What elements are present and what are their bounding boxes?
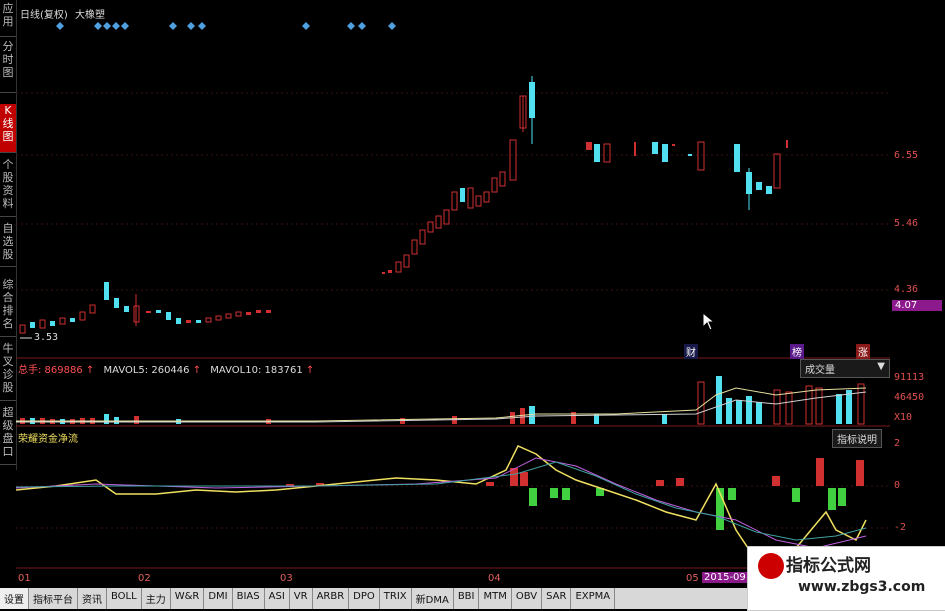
watermark-url: www.zbgs3.com: [798, 579, 926, 595]
tab-wr[interactable]: W&R: [171, 588, 205, 609]
tab-new-dma[interactable]: 新DMA: [412, 588, 454, 609]
current-price-tag: 4.07: [892, 300, 942, 311]
tab-expma[interactable]: EXPMA: [571, 588, 616, 609]
watermark-logo-icon: [758, 553, 784, 579]
tab-indicator-platform[interactable]: 指标平台: [29, 588, 78, 609]
volume-axis-label: 91113: [894, 372, 925, 383]
tab-dpo[interactable]: DPO: [349, 588, 380, 609]
signal-markers: [56, 22, 396, 30]
volume-axis-label: 46450: [894, 392, 925, 403]
tab-arbr[interactable]: ARBR: [313, 588, 350, 609]
indicator-selector-label: 成交量: [805, 365, 835, 376]
event-tag-limit-up[interactable]: 涨: [856, 344, 870, 359]
volume-ma10: MAVOL10: 183761: [210, 365, 303, 376]
price-axis-label: 6.55: [894, 150, 919, 161]
indicator-histogram: [16, 445, 867, 561]
sidebar: 应用 分时图 K线图 个股资料 自选股 综合排名 牛叉诊股 超级盘口: [0, 0, 17, 470]
indicator-axis-label: 2: [894, 438, 901, 449]
watermark-title: 指标公式网: [786, 556, 871, 576]
x-axis-label: 01: [18, 573, 31, 584]
indicator-name: 荣耀资金净流: [18, 434, 78, 445]
tab-vr[interactable]: VR: [290, 588, 313, 609]
tab-trix[interactable]: TRIX: [380, 588, 412, 609]
tab-dmi[interactable]: DMI: [204, 588, 233, 609]
event-tag-finance[interactable]: 财: [684, 344, 698, 359]
sidebar-item-kline[interactable]: K线图: [0, 104, 16, 153]
price-axis-label: 4.36: [894, 284, 919, 295]
x-axis-label: 03: [280, 573, 293, 584]
volume-legend: 总手: 869886 ↑ MAVOL5: 260446 ↑ MAVOL10: 1…: [18, 365, 315, 376]
volume-total: 总手: 869886: [18, 365, 83, 376]
tab-news[interactable]: 资讯: [78, 588, 107, 609]
tab-bias[interactable]: BIAS: [233, 588, 265, 609]
sidebar-item-watchlist[interactable]: 自选股: [0, 222, 16, 267]
tab-boll[interactable]: BOLL: [107, 588, 142, 609]
event-tag-list[interactable]: 榜: [790, 344, 804, 359]
sidebar-item-diagnosis[interactable]: 牛叉诊股: [0, 342, 16, 401]
sidebar-item-ranking[interactable]: 综合排名: [0, 278, 16, 337]
cursor-date: 2015-09: [702, 572, 748, 583]
indicator-selector[interactable]: 成交量 ▼: [800, 359, 890, 378]
tab-main-force[interactable]: 主力: [142, 588, 171, 609]
candles: [19, 76, 788, 334]
indicator-help-button[interactable]: 指标说明: [832, 429, 882, 448]
watermark: 指标公式网 www.zbgs3.com: [747, 546, 945, 611]
tab-obv[interactable]: OBV: [512, 588, 543, 609]
indicator-axis-label: -2: [894, 522, 907, 533]
tab-settings[interactable]: 设置: [0, 588, 29, 609]
x-axis-label: 04: [488, 573, 501, 584]
price-axis-label: 5.46: [894, 218, 919, 229]
x-axis-label: 05: [686, 573, 699, 584]
tab-mtm[interactable]: MTM: [479, 588, 512, 609]
x-axis-label: 02: [138, 573, 151, 584]
cursor-icon: [702, 312, 716, 331]
tab-sar[interactable]: SAR: [542, 588, 572, 609]
volume-ma5: MAVOL5: 260446: [103, 365, 190, 376]
sidebar-item-apps[interactable]: 应用: [0, 2, 16, 37]
sidebar-item-intraday[interactable]: 分时图: [0, 40, 16, 93]
sidebar-item-level2[interactable]: 超级盘口: [0, 406, 16, 465]
volume-axis-label: X10: [894, 412, 913, 423]
sidebar-item-profile[interactable]: 个股资料: [0, 158, 16, 217]
chart-area: [16, 22, 890, 569]
volume-bars: [16, 376, 867, 425]
indicator-axis-label: 0: [894, 480, 901, 491]
indicator-tabs: 设置 指标平台 资讯 BOLL 主力 W&R DMI BIAS ASI VR A…: [0, 588, 760, 609]
chevron-down-icon: ▼: [877, 361, 885, 372]
low-price-mark: 3.53: [34, 332, 59, 343]
tab-bbi[interactable]: BBI: [454, 588, 480, 609]
tab-asi[interactable]: ASI: [265, 588, 290, 609]
